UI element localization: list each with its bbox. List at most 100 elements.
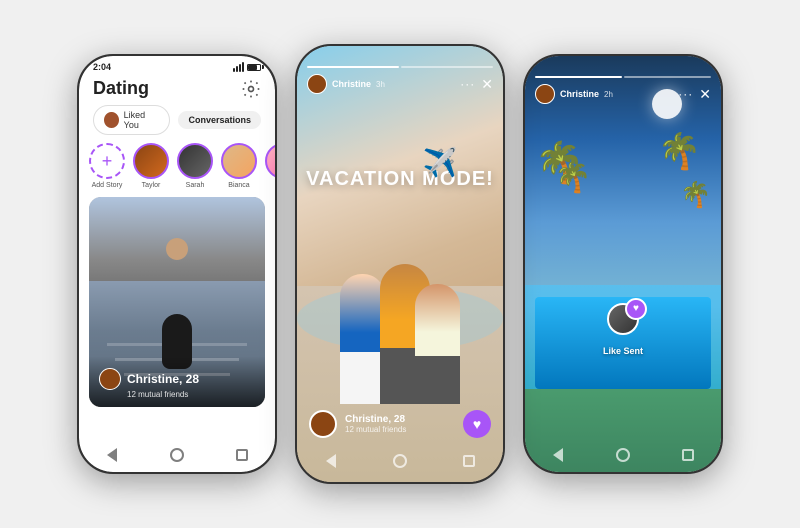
like-sent-label: Like Sent [603, 346, 643, 356]
gear-icon[interactable] [241, 79, 261, 99]
liked-you-avatar [104, 112, 119, 128]
back-icon-left [107, 448, 117, 462]
home-button-right[interactable] [614, 446, 632, 464]
time-left: 2:04 [93, 62, 111, 72]
app-title: Dating [93, 78, 149, 99]
pool-screen: 🌴 🌴 🌴 🌴 [525, 56, 721, 472]
profile-card[interactable]: Christine, 28 12 mutual friends [89, 197, 265, 407]
story-profile-avatar-center [309, 410, 337, 438]
pool-background: 🌴 🌴 🌴 🌴 [525, 56, 721, 472]
liked-you-label: Liked You [124, 110, 160, 130]
story-profile-row-center: Christine, 28 12 mutual friends ♥ [309, 410, 491, 438]
more-options-icon-right[interactable]: ··· [678, 87, 693, 101]
story-progress-center [307, 66, 493, 68]
stories-row: + Add Story Taylor Sarah Bianca [79, 143, 275, 197]
add-story-avatar: + [89, 143, 125, 179]
add-story-label: Add Story [92, 182, 123, 189]
story-icons-right-right: ··· ✕ [678, 86, 711, 103]
recents-button-right[interactable] [679, 446, 697, 464]
back-button-left[interactable] [103, 446, 121, 464]
heart-icon-center: ♥ [473, 416, 481, 432]
story-user-row-center: Christine 3h ··· ✕ [307, 74, 493, 94]
plus-icon: + [102, 152, 113, 170]
taylor-label: Taylor [142, 182, 161, 189]
taylor-avatar [133, 143, 169, 179]
home-button-center[interactable] [391, 452, 409, 470]
story-profile-name-center: Christine, 28 [345, 414, 406, 425]
plane-emoji: ✈️ [423, 146, 458, 179]
story-progress-right [535, 76, 711, 78]
add-story-item[interactable]: + Add Story [89, 143, 125, 189]
tab-conversations[interactable]: Conversations [178, 111, 261, 129]
home-icon-right [616, 448, 630, 462]
recents-icon-right [682, 449, 694, 461]
home-icon-center [393, 454, 407, 468]
profile-name-row: Christine, 28 [99, 368, 255, 390]
story-user-avatar-center [307, 74, 327, 94]
story-user-row-right: Christine 2h ··· ✕ [535, 84, 711, 104]
progress-bar-1 [307, 66, 399, 68]
story-user-time-center: 3h [376, 80, 385, 89]
story-user-left-center: Christine 3h [307, 74, 385, 94]
bianca-avatar [221, 143, 257, 179]
progress-bar-2 [401, 66, 493, 68]
phones-container: 2:04 Dating [77, 44, 723, 484]
back-icon-center [326, 454, 336, 468]
dating-header: Dating [79, 74, 275, 105]
recents-icon-center [463, 455, 475, 467]
story-bianca[interactable]: Bianca [221, 143, 257, 189]
battery-fill [248, 65, 257, 70]
sp-avatar [265, 143, 275, 179]
heart-like-button-center[interactable]: ♥ [463, 410, 491, 438]
android-nav-center [297, 452, 503, 470]
profile-overlay: Christine, 28 12 mutual friends [89, 356, 265, 407]
tab-row: Liked You Conversations [79, 105, 275, 143]
story-profile-mutual-center: 12 mutual friends [345, 425, 406, 434]
story-sp[interactable]: Sp... [265, 143, 275, 189]
back-button-center[interactable] [322, 452, 340, 470]
story-top-bar-right: Christine 2h ··· ✕ [525, 56, 721, 108]
conversations-label: Conversations [188, 115, 251, 125]
close-icon-center[interactable]: ✕ [481, 76, 493, 93]
profile-small-avatar [99, 368, 121, 390]
story-user-time-right: 2h [604, 90, 613, 99]
status-bar-left: 2:04 [79, 56, 275, 74]
story-user-name-center: Christine [332, 79, 371, 89]
vacation-text: VACATION MODE! [306, 168, 494, 191]
story-profile-info-center: Christine, 28 12 mutual friends [345, 414, 406, 434]
story-user-name-right: Christine [560, 89, 599, 99]
home-icon-left [170, 448, 184, 462]
story-user-left-right: Christine 2h [535, 84, 613, 104]
story-sarah[interactable]: Sarah [177, 143, 213, 189]
tab-liked-you[interactable]: Liked You [93, 105, 170, 135]
phone-center: Christine 3h ··· ✕ VACATION MODE! ✈️ [295, 44, 505, 484]
story-taylor[interactable]: Taylor [133, 143, 169, 189]
story-user-avatar-right [535, 84, 555, 104]
more-options-icon-center[interactable]: ··· [460, 77, 475, 91]
home-button-left[interactable] [168, 446, 186, 464]
status-icons-left [233, 62, 261, 72]
close-icon-right[interactable]: ✕ [699, 86, 711, 103]
story-icons-right-center: ··· ✕ [460, 76, 493, 93]
like-sent-heart-icon: ♥ [625, 298, 647, 320]
bianca-label: Bianca [228, 182, 249, 189]
android-nav-left [79, 446, 275, 464]
progress-bar-right-1 [535, 76, 622, 78]
story-bottom-info-center: Christine, 28 12 mutual friends ♥ [297, 410, 503, 438]
back-icon-right [553, 448, 563, 462]
recents-button-center[interactable] [460, 452, 478, 470]
screen-left: 2:04 Dating [79, 56, 275, 472]
phone-right: 🌴 🌴 🌴 🌴 [523, 54, 723, 474]
back-button-right[interactable] [549, 446, 567, 464]
screen-right: 🌴 🌴 🌴 🌴 [525, 56, 721, 472]
like-sent-bubble: ♥ Like Sent [603, 303, 643, 356]
screen-center: Christine 3h ··· ✕ VACATION MODE! ✈️ [297, 46, 503, 482]
story-screen: Christine 3h ··· ✕ VACATION MODE! ✈️ [297, 46, 503, 482]
progress-bar-right-2 [624, 76, 711, 78]
recents-button-left[interactable] [233, 446, 251, 464]
sarah-label: Sarah [186, 182, 205, 189]
signal-icon [233, 62, 244, 72]
story-profile-left-center: Christine, 28 12 mutual friends [309, 410, 406, 438]
android-nav-right [525, 446, 721, 464]
profile-name: Christine, 28 [127, 372, 199, 386]
